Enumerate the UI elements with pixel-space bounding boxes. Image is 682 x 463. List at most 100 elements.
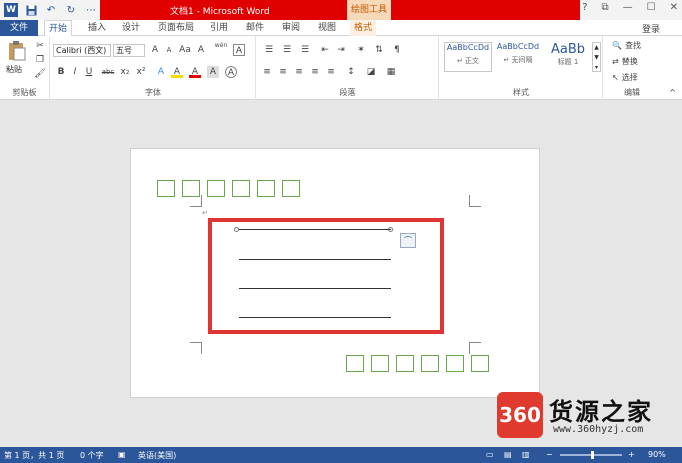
postcode-box: [371, 355, 389, 372]
style-normal-preview: AaBbCcDd: [446, 43, 490, 52]
tab-mailings[interactable]: 邮件: [242, 20, 268, 36]
zoom-out-button[interactable]: −: [546, 450, 553, 459]
tab-page-layout[interactable]: 页面布局: [154, 20, 198, 36]
tab-design[interactable]: 设计: [118, 20, 144, 36]
bold-button[interactable]: B: [55, 66, 67, 78]
tab-references[interactable]: 引用: [206, 20, 232, 36]
styles-group: AaBbCcDd ↵ 正文 AaBbCcDd ↵ 无间隔 AaBb 标题 1 ▲…: [440, 36, 603, 100]
tab-view[interactable]: 视图: [314, 20, 340, 36]
numbering-icon[interactable]: ☰: [281, 44, 293, 56]
undo-icon[interactable]: ↶: [44, 3, 58, 17]
strikethrough-button[interactable]: abc: [99, 66, 117, 78]
tab-insert[interactable]: 插入: [84, 20, 110, 36]
decrease-indent-icon[interactable]: ⇤: [319, 44, 331, 56]
justify-icon[interactable]: ≡: [309, 66, 321, 78]
zoom-in-button[interactable]: +: [628, 450, 635, 459]
tab-file[interactable]: 文件: [0, 20, 38, 36]
layout-options-icon[interactable]: ⌒: [400, 233, 416, 248]
change-case-icon[interactable]: Aa: [177, 44, 193, 56]
selected-address-lines-box[interactable]: ⌒: [208, 218, 444, 334]
print-layout-icon[interactable]: ▤: [504, 450, 512, 459]
customize-qat-icon[interactable]: ⋯: [84, 3, 98, 17]
language[interactable]: 英语(美国): [138, 450, 176, 461]
minimize-icon[interactable]: —: [623, 2, 633, 13]
quick-access-toolbar: W ↶ ↻ ⋯: [4, 3, 98, 17]
text-effect-icon[interactable]: A: [155, 66, 167, 78]
style-heading1-name: 标题 1: [557, 58, 579, 66]
grow-font-icon[interactable]: A: [149, 44, 161, 56]
save-icon[interactable]: [24, 3, 38, 17]
select-button[interactable]: ↖ 选择: [612, 72, 638, 83]
paste-icon[interactable]: [6, 40, 28, 62]
tab-home[interactable]: 开始: [44, 20, 73, 37]
style-normal[interactable]: AaBbCcDd ↵ 正文: [444, 42, 492, 72]
line-spacing-icon[interactable]: ↕: [345, 66, 357, 78]
window-controls: ? ⧉ — ☐ ✕: [582, 2, 678, 13]
show-marks-icon[interactable]: ¶: [391, 44, 403, 56]
font-name-combo[interactable]: Calibri (西文): [53, 44, 111, 57]
zoom-level[interactable]: 90%: [648, 450, 666, 459]
close-icon[interactable]: ✕: [670, 2, 678, 13]
tab-format[interactable]: 格式: [350, 20, 377, 36]
style-no-spacing-preview: AaBbCcDd: [496, 42, 540, 51]
style-heading1[interactable]: AaBb 标题 1: [544, 42, 592, 72]
redo-icon[interactable]: ↻: [64, 3, 78, 17]
margin-corner-mark: [190, 342, 202, 354]
postcode-box: [346, 355, 364, 372]
multilevel-list-icon[interactable]: ☰: [299, 44, 311, 56]
enclose-char-icon[interactable]: A: [225, 66, 237, 78]
replace-button[interactable]: ⇄ 替换: [612, 56, 638, 67]
style-no-spacing[interactable]: AaBbCcDd ↵ 无间隔: [494, 42, 542, 72]
align-center-icon[interactable]: ≡: [277, 66, 289, 78]
highlight-color-icon[interactable]: A: [171, 66, 183, 78]
bullets-icon[interactable]: ☰: [263, 44, 275, 56]
cut-icon[interactable]: ✂: [34, 40, 46, 52]
shrink-font-icon[interactable]: A: [163, 44, 175, 56]
postcode-box: [471, 355, 489, 372]
find-icon: 🔍: [612, 41, 622, 50]
proofing-icon[interactable]: ▣: [118, 450, 126, 459]
underline-button[interactable]: U: [83, 66, 95, 78]
maximize-icon[interactable]: ☐: [647, 2, 656, 13]
read-mode-icon[interactable]: ▭: [486, 450, 494, 459]
italic-button[interactable]: I: [69, 66, 81, 78]
increase-indent-icon[interactable]: ⇥: [335, 44, 347, 56]
login-link[interactable]: 登录: [642, 22, 660, 35]
sort-icon[interactable]: ⇅: [373, 44, 385, 56]
align-left-icon[interactable]: ≡: [261, 66, 273, 78]
styles-gallery-scroll[interactable]: ▲ ▼ ▾: [592, 42, 601, 72]
ribbon-display-icon[interactable]: ⧉: [602, 2, 609, 13]
ribbon: 粘贴 ✂ ❐ 🖌 剪贴板 Calibri (西文) 五号 A A Aa A wé…: [0, 36, 682, 100]
watermark-name: 货源之家: [549, 397, 653, 426]
postcode-box: [207, 180, 225, 197]
zoom-slider-thumb[interactable]: [591, 451, 594, 459]
borders-icon[interactable]: ▦: [385, 66, 397, 78]
clear-format-icon[interactable]: A: [195, 44, 207, 56]
font-size-combo[interactable]: 五号: [113, 44, 145, 57]
phonetic-guide-icon[interactable]: wén: [211, 40, 231, 52]
char-shading-icon[interactable]: A: [207, 66, 219, 78]
postcode-box: [446, 355, 464, 372]
page[interactable]: ↵ ⌒: [130, 148, 540, 398]
align-right-icon[interactable]: ≡: [293, 66, 305, 78]
postcode-box: [421, 355, 439, 372]
address-line: [239, 317, 391, 318]
copy-icon[interactable]: ❐: [34, 54, 46, 66]
superscript-button[interactable]: x²: [135, 66, 147, 78]
subscript-button[interactable]: x₂: [119, 66, 131, 78]
web-layout-icon[interactable]: ▥: [522, 450, 530, 459]
shading-icon[interactable]: ◪: [365, 66, 377, 78]
tab-review[interactable]: 审阅: [278, 20, 304, 36]
paste-button[interactable]: 粘贴: [6, 64, 22, 75]
chinese-layout-icon[interactable]: ✶: [355, 44, 367, 56]
char-border-icon[interactable]: A: [233, 44, 245, 56]
distributed-icon[interactable]: ≡: [325, 66, 337, 78]
page-count[interactable]: 第 1 页，共 1 页: [4, 450, 64, 461]
editing-group: 🔍 查找 ⇄ 替换 ↖ 选择 编辑: [604, 36, 660, 100]
word-count[interactable]: 0 个字: [80, 450, 104, 461]
collapse-ribbon-icon[interactable]: ^: [669, 88, 676, 97]
format-painter-icon[interactable]: 🖌: [34, 68, 46, 80]
find-button[interactable]: 🔍 查找: [612, 40, 641, 51]
help-icon[interactable]: ?: [582, 2, 587, 13]
font-color-icon[interactable]: A: [189, 66, 201, 78]
